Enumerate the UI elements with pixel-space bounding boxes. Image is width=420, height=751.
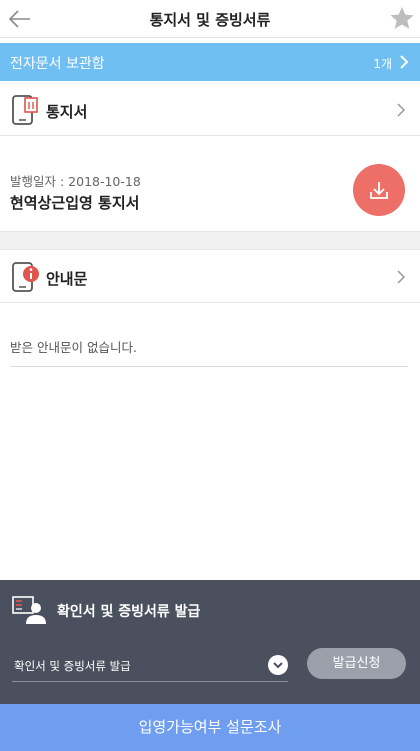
person-document-icon (12, 596, 46, 624)
archive-bar[interactable]: 전자문서 보관함 1개 (0, 43, 420, 81)
chevron-down-icon (273, 662, 283, 669)
select-value: 확인서 및 증빙서류 발급 (14, 659, 131, 673)
survey-button[interactable]: 입영가능여부 설문조사 (0, 704, 420, 751)
archive-label: 전자문서 보관함 (10, 56, 105, 72)
download-icon (370, 182, 388, 199)
apply-issue-button[interactable]: 발급신청 (307, 648, 406, 679)
issue-date: 발행일자 : 2018-10-18 (10, 174, 141, 189)
issue-panel: 확인서 및 증빙서류 발급 확인서 및 증빙서류 발급 (0, 580, 420, 704)
issue-panel-title: 확인서 및 증빙서류 발급 (57, 604, 201, 620)
section-label: 통지서 (46, 103, 88, 121)
section-notice[interactable]: 통지서 (0, 84, 420, 136)
dropdown-button[interactable] (268, 655, 288, 675)
section-guide[interactable]: 안내문 (0, 251, 420, 303)
chevron-right-icon (397, 270, 406, 284)
phone-document-icon (12, 95, 38, 125)
document-type-select[interactable]: 확인서 및 증빙서류 발급 (12, 650, 288, 682)
section-label: 안내문 (46, 270, 88, 288)
chevron-right-icon (400, 55, 409, 69)
divider (10, 366, 408, 367)
empty-guide-message: 받은 안내문이 없습니다. (10, 340, 137, 355)
notice-name: 현역상근입영 통지서 (10, 194, 140, 212)
section-divider (0, 232, 420, 250)
archive-count: 1개 (373, 57, 392, 71)
download-button[interactable] (353, 164, 405, 216)
app-header: 통지서 및 증빙서류 (0, 0, 420, 38)
page-title: 통지서 및 증빙서류 (149, 11, 271, 29)
chevron-right-icon (397, 103, 406, 117)
phone-info-icon (12, 262, 39, 292)
star-icon[interactable] (389, 5, 415, 31)
